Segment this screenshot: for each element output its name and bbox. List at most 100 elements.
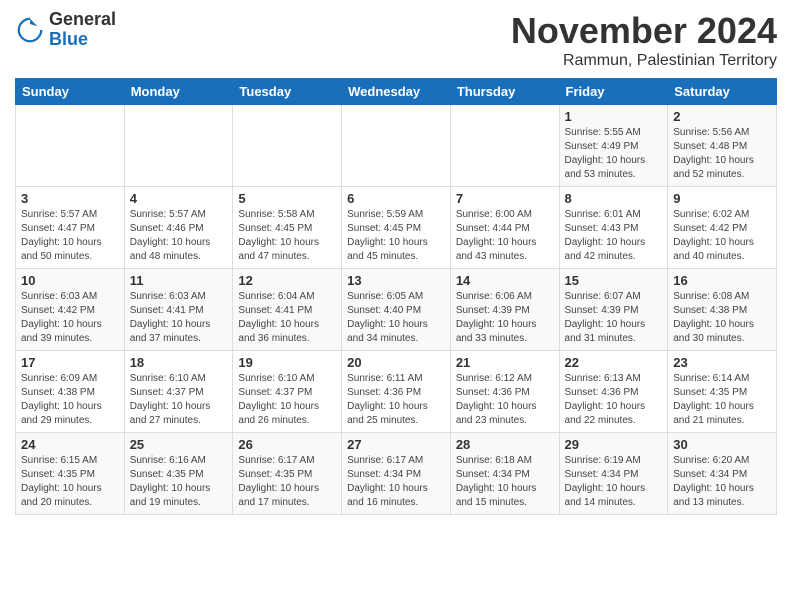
day-number: 22 — [565, 355, 663, 370]
logo-general-text: General — [49, 10, 116, 30]
calendar-table: SundayMondayTuesdayWednesdayThursdayFrid… — [15, 78, 777, 515]
calendar-cell: 16 Sunrise: 6:08 AM Sunset: 4:38 PM Dayli… — [668, 269, 777, 351]
calendar-cell: 14Sunrise: 6:06 AM Sunset: 4:39 PM Dayli… — [450, 269, 559, 351]
day-info: Sunrise: 6:08 AM Sunset: 4:38 PM Dayligh… — [673, 290, 771, 346]
day-number: 4 — [130, 191, 228, 206]
calendar-cell: 27 Sunrise: 6:17 AM Sunset: 4:34 PM Dayli… — [342, 433, 451, 515]
day-number: 3 — [21, 191, 119, 206]
calendar-cell: 21 Sunrise: 6:12 AM Sunset: 4:36 PM Dayli… — [450, 351, 559, 433]
day-info: Sunrise: 5:58 AM Sunset: 4:45 PM Dayligh… — [238, 208, 336, 264]
calendar-cell: 12 Sunrise: 6:04 AM Sunset: 4:41 PM Dayli… — [233, 269, 342, 351]
day-info: Sunrise: 6:18 AM Sunset: 4:34 PM Dayligh… — [456, 454, 554, 510]
calendar-cell — [124, 105, 233, 187]
title-block: November 2024 Rammun, Palestinian Territ… — [511, 10, 777, 70]
calendar-header-row: SundayMondayTuesdayWednesdayThursdayFrid… — [16, 79, 777, 105]
calendar-cell: 28Sunrise: 6:18 AM Sunset: 4:34 PM Dayli… — [450, 433, 559, 515]
calendar-cell: 20Sunrise: 6:11 AM Sunset: 4:36 PM Dayli… — [342, 351, 451, 433]
calendar-cell: 24 Sunrise: 6:15 AM Sunset: 4:35 PM Dayli… — [16, 433, 125, 515]
day-number: 26 — [238, 437, 336, 452]
calendar-week-row: 1 Sunrise: 5:55 AM Sunset: 4:49 PM Daylig… — [16, 105, 777, 187]
calendar-week-row: 10 Sunrise: 6:03 AM Sunset: 4:42 PM Dayli… — [16, 269, 777, 351]
day-info: Sunrise: 6:16 AM Sunset: 4:35 PM Dayligh… — [130, 454, 228, 510]
calendar-cell: 22 Sunrise: 6:13 AM Sunset: 4:36 PM Dayli… — [559, 351, 668, 433]
logo-blue-text: Blue — [49, 30, 116, 50]
calendar-cell: 7Sunrise: 6:00 AM Sunset: 4:44 PM Daylig… — [450, 187, 559, 269]
day-info: Sunrise: 6:15 AM Sunset: 4:35 PM Dayligh… — [21, 454, 119, 510]
calendar-cell: 23 Sunrise: 6:14 AM Sunset: 4:35 PM Dayli… — [668, 351, 777, 433]
day-info: Sunrise: 6:05 AM Sunset: 4:40 PM Dayligh… — [347, 290, 445, 346]
calendar-cell: 10 Sunrise: 6:03 AM Sunset: 4:42 PM Dayli… — [16, 269, 125, 351]
day-number: 10 — [21, 273, 119, 288]
location-text: Rammun, Palestinian Territory — [511, 52, 777, 70]
day-info: Sunrise: 6:14 AM Sunset: 4:35 PM Dayligh… — [673, 372, 771, 428]
day-info: Sunrise: 6:04 AM Sunset: 4:41 PM Dayligh… — [238, 290, 336, 346]
calendar-cell: 13 Sunrise: 6:05 AM Sunset: 4:40 PM Dayli… — [342, 269, 451, 351]
day-info: Sunrise: 5:55 AM Sunset: 4:49 PM Dayligh… — [565, 126, 663, 182]
day-number: 9 — [673, 191, 771, 206]
day-number: 16 — [673, 273, 771, 288]
calendar-week-row: 17Sunrise: 6:09 AM Sunset: 4:38 PM Dayli… — [16, 351, 777, 433]
month-title: November 2024 — [511, 10, 777, 52]
day-info: Sunrise: 5:59 AM Sunset: 4:45 PM Dayligh… — [347, 208, 445, 264]
day-number: 30 — [673, 437, 771, 452]
logo-text: General Blue — [49, 10, 116, 50]
calendar-cell: 5 Sunrise: 5:58 AM Sunset: 4:45 PM Daylig… — [233, 187, 342, 269]
day-number: 27 — [347, 437, 445, 452]
calendar-cell: 30 Sunrise: 6:20 AM Sunset: 4:34 PM Dayli… — [668, 433, 777, 515]
calendar-cell: 18 Sunrise: 6:10 AM Sunset: 4:37 PM Dayli… — [124, 351, 233, 433]
day-info: Sunrise: 6:02 AM Sunset: 4:42 PM Dayligh… — [673, 208, 771, 264]
column-header-monday: Monday — [124, 79, 233, 105]
day-info: Sunrise: 6:09 AM Sunset: 4:38 PM Dayligh… — [21, 372, 119, 428]
day-info: Sunrise: 6:10 AM Sunset: 4:37 PM Dayligh… — [238, 372, 336, 428]
day-number: 21 — [456, 355, 554, 370]
day-number: 20 — [347, 355, 445, 370]
day-info: Sunrise: 6:19 AM Sunset: 4:34 PM Dayligh… — [565, 454, 663, 510]
calendar-cell — [233, 105, 342, 187]
day-info: Sunrise: 6:03 AM Sunset: 4:41 PM Dayligh… — [130, 290, 228, 346]
column-header-friday: Friday — [559, 79, 668, 105]
calendar-cell: 2Sunrise: 5:56 AM Sunset: 4:48 PM Daylig… — [668, 105, 777, 187]
day-info: Sunrise: 5:57 AM Sunset: 4:46 PM Dayligh… — [130, 208, 228, 264]
day-info: Sunrise: 6:03 AM Sunset: 4:42 PM Dayligh… — [21, 290, 119, 346]
day-info: Sunrise: 6:06 AM Sunset: 4:39 PM Dayligh… — [456, 290, 554, 346]
column-header-tuesday: Tuesday — [233, 79, 342, 105]
day-number: 24 — [21, 437, 119, 452]
day-info: Sunrise: 6:10 AM Sunset: 4:37 PM Dayligh… — [130, 372, 228, 428]
day-number: 11 — [130, 273, 228, 288]
calendar-cell: 1 Sunrise: 5:55 AM Sunset: 4:49 PM Daylig… — [559, 105, 668, 187]
day-number: 18 — [130, 355, 228, 370]
day-info: Sunrise: 6:13 AM Sunset: 4:36 PM Dayligh… — [565, 372, 663, 428]
calendar-cell: 11 Sunrise: 6:03 AM Sunset: 4:41 PM Dayli… — [124, 269, 233, 351]
calendar-cell: 3 Sunrise: 5:57 AM Sunset: 4:47 PM Daylig… — [16, 187, 125, 269]
day-info: Sunrise: 6:12 AM Sunset: 4:36 PM Dayligh… — [456, 372, 554, 428]
day-number: 12 — [238, 273, 336, 288]
day-number: 15 — [565, 273, 663, 288]
calendar-cell: 15 Sunrise: 6:07 AM Sunset: 4:39 PM Dayli… — [559, 269, 668, 351]
day-number: 13 — [347, 273, 445, 288]
day-info: Sunrise: 6:20 AM Sunset: 4:34 PM Dayligh… — [673, 454, 771, 510]
day-number: 7 — [456, 191, 554, 206]
calendar-cell — [342, 105, 451, 187]
day-number: 5 — [238, 191, 336, 206]
calendar-cell: 25 Sunrise: 6:16 AM Sunset: 4:35 PM Dayli… — [124, 433, 233, 515]
column-header-thursday: Thursday — [450, 79, 559, 105]
page-container: General Blue November 2024 Rammun, Pales… — [0, 0, 792, 525]
column-header-saturday: Saturday — [668, 79, 777, 105]
calendar-cell: 29 Sunrise: 6:19 AM Sunset: 4:34 PM Dayli… — [559, 433, 668, 515]
calendar-cell: 9 Sunrise: 6:02 AM Sunset: 4:42 PM Daylig… — [668, 187, 777, 269]
day-info: Sunrise: 6:17 AM Sunset: 4:34 PM Dayligh… — [347, 454, 445, 510]
day-number: 29 — [565, 437, 663, 452]
calendar-cell: 19 Sunrise: 6:10 AM Sunset: 4:37 PM Dayli… — [233, 351, 342, 433]
day-info: Sunrise: 5:56 AM Sunset: 4:48 PM Dayligh… — [673, 126, 771, 182]
day-number: 8 — [565, 191, 663, 206]
day-number: 25 — [130, 437, 228, 452]
day-number: 1 — [565, 109, 663, 124]
day-number: 23 — [673, 355, 771, 370]
day-info: Sunrise: 6:07 AM Sunset: 4:39 PM Dayligh… — [565, 290, 663, 346]
day-number: 19 — [238, 355, 336, 370]
day-info: Sunrise: 5:57 AM Sunset: 4:47 PM Dayligh… — [21, 208, 119, 264]
logo-icon — [15, 15, 45, 45]
calendar-cell: 4 Sunrise: 5:57 AM Sunset: 4:46 PM Daylig… — [124, 187, 233, 269]
calendar-week-row: 24 Sunrise: 6:15 AM Sunset: 4:35 PM Dayli… — [16, 433, 777, 515]
calendar-cell: 8Sunrise: 6:01 AM Sunset: 4:43 PM Daylig… — [559, 187, 668, 269]
